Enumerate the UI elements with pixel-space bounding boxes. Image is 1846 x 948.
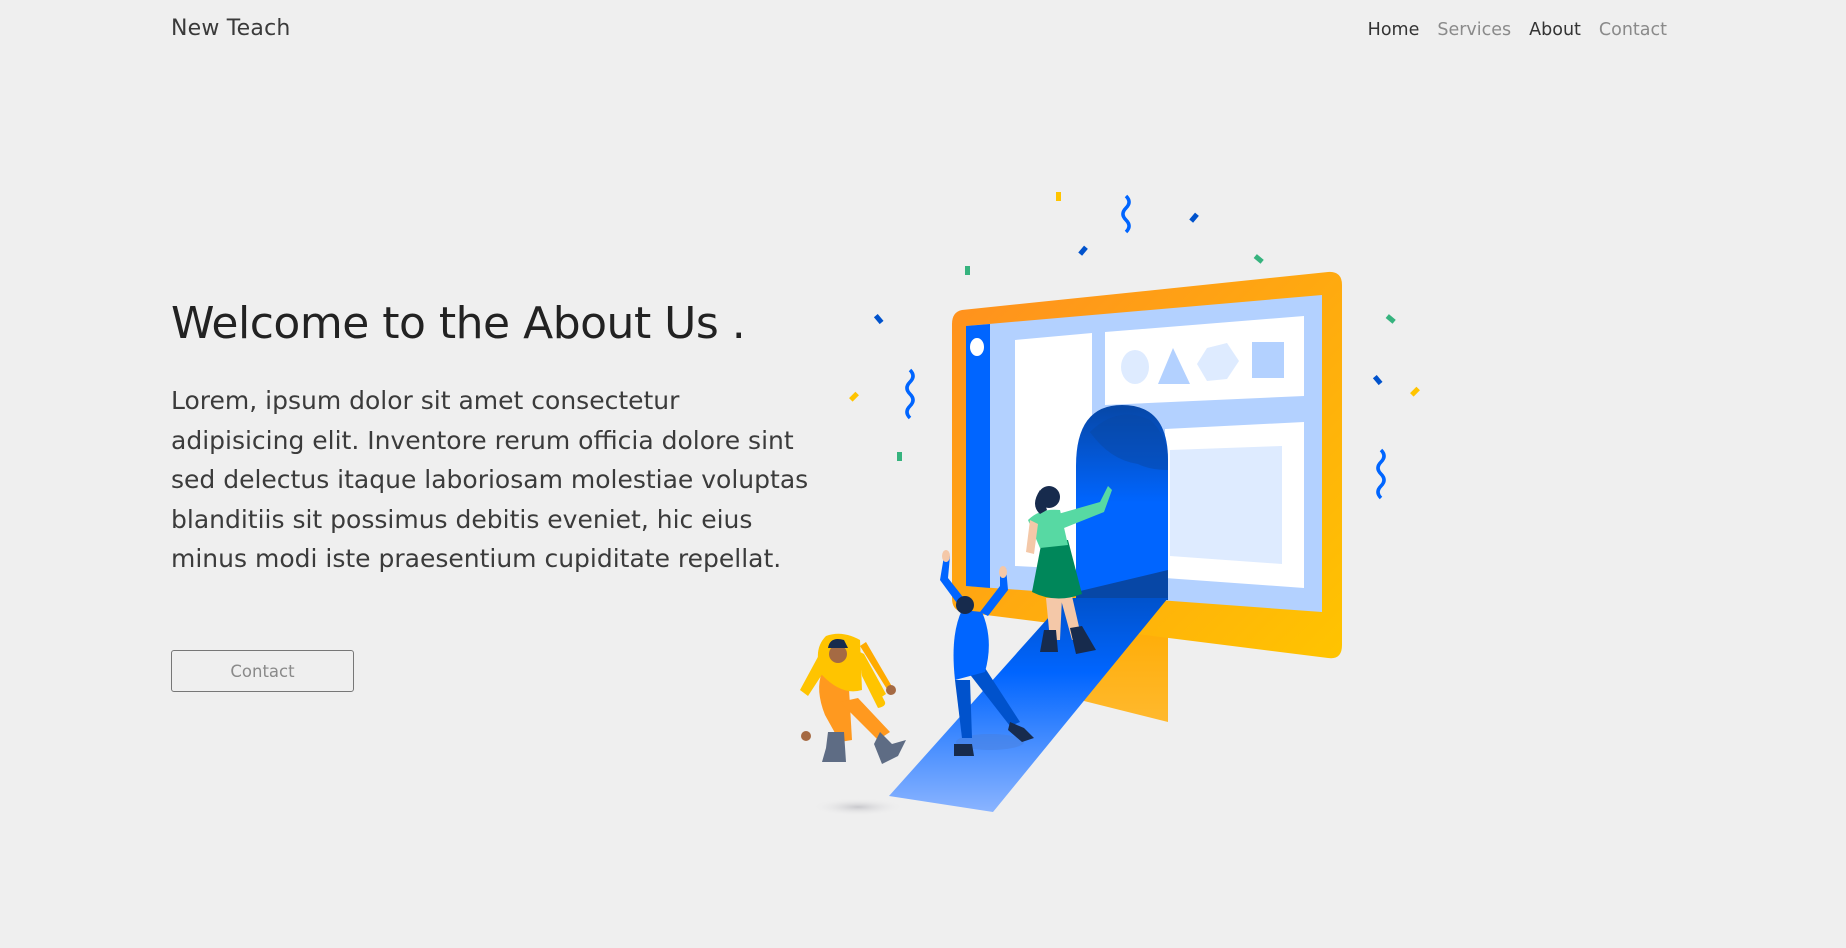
nav-link-contact[interactable]: Contact [1599,20,1667,40]
contact-button[interactable]: Contact [171,650,354,692]
nav-link-about[interactable]: About [1529,20,1581,40]
hero-description: Lorem, ipsum dolor sit amet consectetur … [171,386,809,573]
people-entering-computer-screen-illustration [800,192,1420,816]
brand-logo[interactable]: New Teach [171,16,291,41]
hero-title: Welcome to the About Us . [171,298,746,349]
man-figure-yellow [800,633,906,764]
nav-links: Home Services About Contact [1368,20,1667,40]
nav-link-home[interactable]: Home [1368,20,1420,40]
navbar: New Teach Home Services About Contact [0,0,1846,64]
page: New Teach Home Services About Contact We… [0,0,1846,948]
nav-link-services[interactable]: Services [1437,20,1511,40]
